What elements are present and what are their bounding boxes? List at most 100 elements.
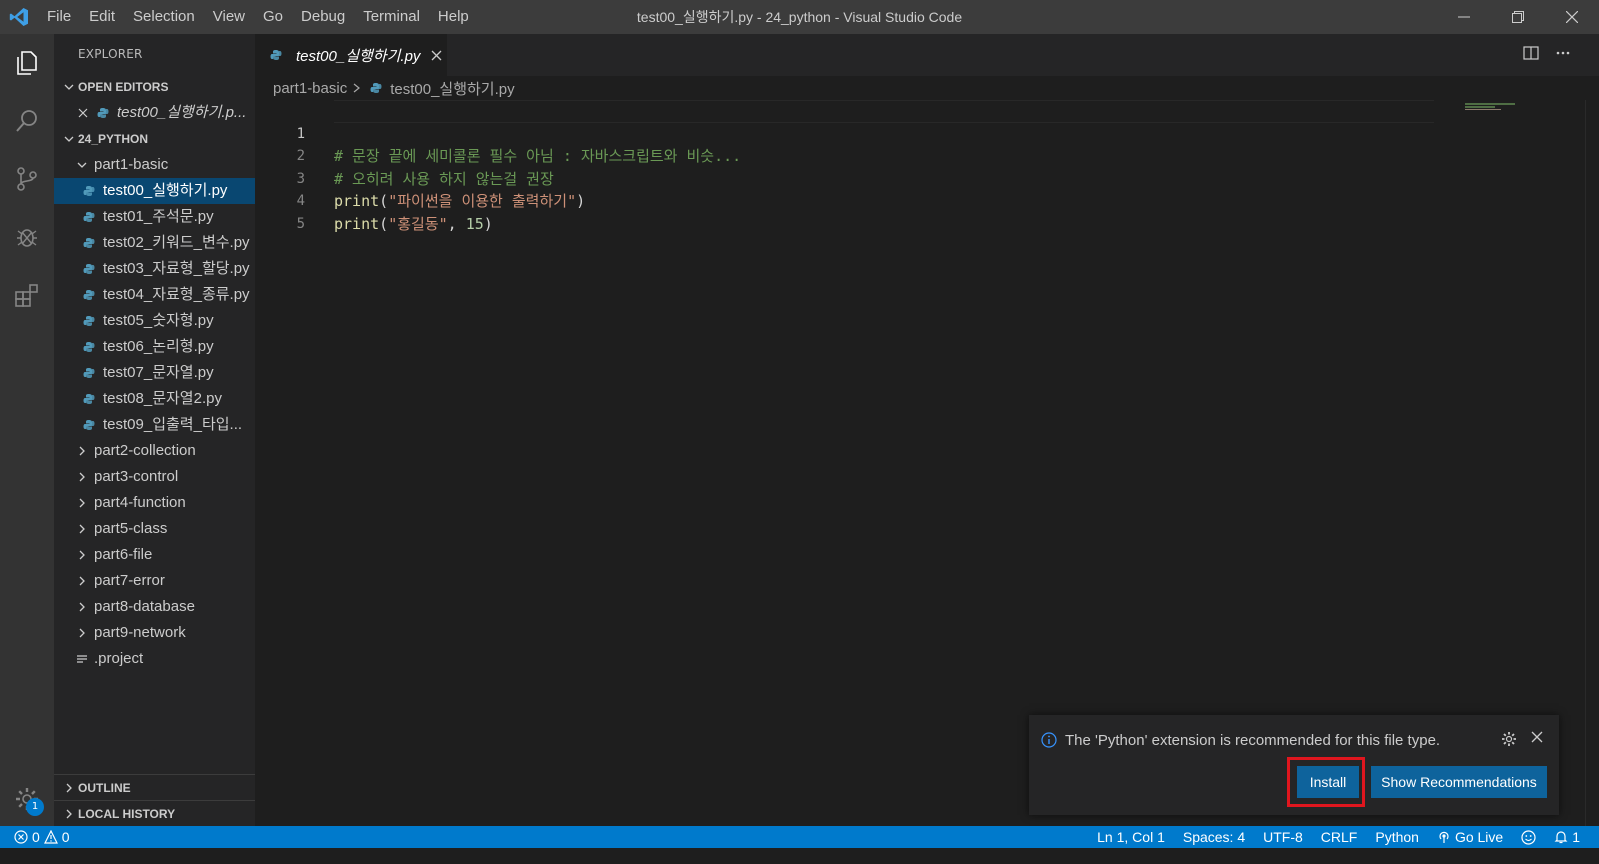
file-item[interactable]: test02_키워드_변수.py	[54, 230, 255, 256]
extensions-activity[interactable]	[0, 266, 54, 324]
folder-item[interactable]: part7-error	[54, 568, 255, 594]
local-history-header[interactable]: LOCAL HISTORY	[54, 800, 255, 826]
encoding[interactable]: UTF-8	[1254, 829, 1312, 845]
window-bottom-edge	[0, 848, 1599, 864]
show-recommendations-button[interactable]: Show Recommendations	[1371, 766, 1547, 798]
language-mode[interactable]: Python	[1366, 829, 1428, 845]
restore-icon	[1512, 11, 1524, 23]
close-editor-icon[interactable]	[78, 108, 96, 118]
code-line[interactable]: 3 print("파이썬을 이용한 출력하기")	[255, 145, 586, 211]
file-item[interactable]: test09_입출력_타입...	[54, 412, 255, 438]
project-header[interactable]: 24_PYTHON	[54, 126, 255, 152]
chevron-right-icon	[74, 472, 90, 482]
file-item[interactable]: test01_주석문.py	[54, 204, 255, 230]
more-actions-button[interactable]	[1555, 45, 1571, 65]
folder-item[interactable]: part9-network	[54, 620, 255, 646]
menu-go[interactable]: Go	[254, 0, 292, 34]
project-label: 24_PYTHON	[78, 132, 149, 146]
folder-label: part6-file	[94, 546, 153, 563]
chevron-right-icon	[60, 783, 78, 793]
tab-label: test00_실행하기.py	[296, 47, 421, 65]
sidebar-explorer: EXPLORER OPEN EDITORS test00_실행하기.p... 2…	[54, 34, 255, 844]
manage-button[interactable]: 1	[0, 774, 54, 824]
outline-label: OUTLINE	[78, 780, 131, 795]
file-label: test09_입출력_타입...	[103, 416, 243, 433]
outline-header[interactable]: OUTLINE	[54, 774, 255, 800]
warning-count: 0	[61, 829, 70, 845]
folder-item[interactable]: part2-collection	[54, 438, 255, 464]
debug-activity[interactable]	[0, 208, 54, 266]
problems-indicator[interactable]: 0 0	[14, 826, 70, 848]
window-controls	[1437, 0, 1599, 34]
menu-view[interactable]: View	[204, 0, 254, 34]
menu-selection[interactable]: Selection	[124, 0, 204, 34]
close-window-button[interactable]	[1545, 0, 1599, 34]
menu-help[interactable]: Help	[429, 0, 478, 34]
split-editor-button[interactable]	[1523, 45, 1539, 65]
vertical-scrollbar[interactable]	[1585, 100, 1599, 826]
code-editor[interactable]: 1 # 문장 끝에 세미콜론 필수 아님 : 자바스크립트와 비슷... 2 #…	[255, 100, 1599, 826]
open-editors-label: OPEN EDITORS	[78, 80, 169, 94]
open-editors-header[interactable]: OPEN EDITORS	[54, 74, 255, 100]
go-live-label: Go Live	[1454, 829, 1504, 845]
local-history-label: LOCAL HISTORY	[78, 806, 176, 821]
breadcrumb-folder[interactable]: part1-basic	[273, 80, 347, 97]
code-line[interactable]: 5	[255, 190, 305, 232]
notifications-button[interactable]: 1	[1545, 829, 1589, 845]
notification-settings-button[interactable]	[1501, 731, 1517, 751]
end-of-line[interactable]: CRLF	[1312, 829, 1367, 845]
open-editor-label: test00_실행하기.p...	[117, 104, 247, 121]
cursor-position[interactable]: Ln 1, Col 1	[1088, 829, 1174, 845]
indentation[interactable]: Spaces: 4	[1174, 829, 1254, 845]
title-bar: File Edit Selection View Go Debug Termin…	[0, 0, 1599, 34]
minimize-button[interactable]	[1437, 0, 1491, 34]
file-label: test07_문자열.py	[103, 364, 214, 381]
menu-terminal[interactable]: Terminal	[354, 0, 429, 34]
line-number: 5	[296, 215, 305, 232]
close-icon	[431, 50, 442, 60]
file-item[interactable]: test03_자료형_할당.py	[54, 256, 255, 282]
file-item[interactable]: test05_숫자형.py	[54, 308, 255, 334]
file-item[interactable]: test00_실행하기.py	[54, 178, 255, 204]
tab-test00[interactable]: test00_실행하기.py	[255, 34, 447, 76]
file-item[interactable]: test08_문자열2.py	[54, 386, 255, 412]
feedback-button[interactable]	[1512, 829, 1545, 845]
folder-item[interactable]: part6-file	[54, 542, 255, 568]
explorer-activity[interactable]	[0, 34, 54, 92]
minimap[interactable]	[1465, 100, 1515, 110]
python-file-icon	[96, 106, 110, 120]
search-activity[interactable]	[0, 92, 54, 150]
code-line[interactable]: 2 # 오히려 사용 하지 않는걸 권장	[255, 123, 554, 188]
status-bar: 0 0 Ln 1, Col 1 Spaces: 4 UTF-8 CRLF Pyt…	[0, 826, 1599, 848]
chevron-right-icon	[74, 524, 90, 534]
ellipsis-icon	[1556, 51, 1570, 55]
close-icon	[1566, 11, 1578, 23]
folder-part1-basic[interactable]: part1-basic	[54, 152, 255, 178]
breadcrumb-file[interactable]: test00_실행하기.py	[390, 78, 514, 99]
menu-edit[interactable]: Edit	[80, 0, 124, 34]
folder-item[interactable]: part8-database	[54, 594, 255, 620]
folder-item[interactable]: part4-function	[54, 490, 255, 516]
source-control-activity[interactable]	[0, 150, 54, 208]
notifications-count: 1	[1572, 829, 1580, 845]
folder-label: part2-collection	[94, 442, 196, 459]
folder-item[interactable]: part3-control	[54, 464, 255, 490]
install-button[interactable]: Install	[1297, 766, 1359, 798]
code-line[interactable]: 4 print("홍길동", 15)	[255, 168, 493, 233]
folder-item[interactable]: part5-class	[54, 516, 255, 542]
tab-close-button[interactable]	[428, 47, 444, 63]
file-item[interactable]: test07_문자열.py	[54, 360, 255, 386]
notification-close-button[interactable]	[1531, 731, 1543, 747]
file-project[interactable]: .project	[54, 646, 255, 672]
chevron-right-icon	[74, 628, 90, 638]
open-editor-item[interactable]: test00_실행하기.p...	[54, 100, 255, 126]
chevron-right-icon	[74, 550, 90, 560]
menu-file[interactable]: File	[38, 0, 80, 34]
file-item[interactable]: test04_자료형_종류.py	[54, 282, 255, 308]
menu-debug[interactable]: Debug	[292, 0, 354, 34]
restore-button[interactable]	[1491, 0, 1545, 34]
file-item[interactable]: test06_논리형.py	[54, 334, 255, 360]
code-line[interactable]: 1 # 문장 끝에 세미콜론 필수 아님 : 자바스크립트와 비슷...	[255, 100, 742, 166]
go-live-button[interactable]: Go Live	[1428, 829, 1512, 845]
gear-icon	[1502, 732, 1516, 746]
